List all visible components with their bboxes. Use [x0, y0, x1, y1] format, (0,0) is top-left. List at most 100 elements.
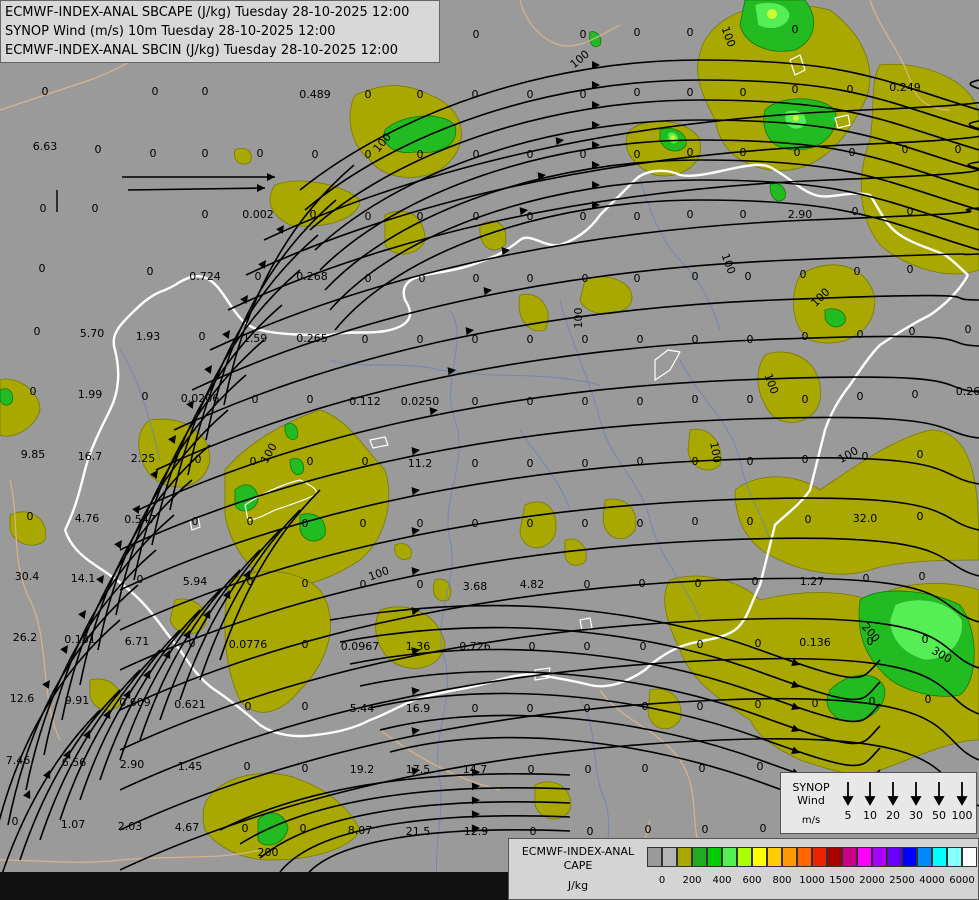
cin-label: 0.609	[119, 696, 151, 709]
cin-label: 0	[800, 268, 807, 281]
cin-label: 0	[530, 825, 537, 838]
cin-label: 0.0776	[229, 638, 268, 651]
cape-swatch	[707, 847, 722, 867]
cin-label: 0	[252, 393, 259, 406]
cin-label: 0	[472, 88, 479, 101]
cin-label: 0	[687, 26, 694, 39]
cin-label: 0	[760, 822, 767, 835]
cin-label: 0	[747, 515, 754, 528]
cin-label: 0	[34, 325, 41, 338]
cin-label: 0	[419, 272, 426, 285]
cin-label: 0.26	[956, 385, 979, 398]
cin-label: 0	[417, 88, 424, 101]
cin-label: 0	[740, 208, 747, 221]
map-header: ECMWF-INDEX-ANAL SBCAPE (J/kg) Tuesday 2…	[0, 0, 440, 63]
cape-tick-label: 200	[682, 875, 702, 886]
cin-label: 0	[692, 333, 699, 346]
cin-label: 0	[912, 388, 919, 401]
wind-speed-20: 20	[886, 809, 900, 822]
cin-label: 0	[473, 28, 480, 41]
cin-label: 0	[634, 86, 641, 99]
wind-speed-100: 100	[951, 809, 973, 822]
cin-label: 0	[907, 263, 914, 276]
cape-tick-label: 2000	[859, 875, 885, 886]
cin-label: 0	[580, 148, 587, 161]
cape-tick-label: 4000	[919, 875, 945, 886]
cin-label: 0	[687, 146, 694, 159]
cin-label: 0	[692, 455, 699, 468]
cin-label: 0	[27, 510, 34, 523]
cin-label: 0	[637, 333, 644, 346]
cin-label: 0	[245, 700, 252, 713]
cin-label: 17.5	[406, 763, 431, 776]
cin-label: 0	[634, 210, 641, 223]
cin-label: 4.67	[175, 821, 200, 834]
cin-label: 0	[307, 393, 314, 406]
cin-label: 0	[242, 822, 249, 835]
cape-swatch	[842, 847, 857, 867]
cin-label: 0	[40, 202, 47, 215]
cin-label: 0	[582, 395, 589, 408]
cin-label: 0	[907, 205, 914, 218]
cin-label: 9.91	[65, 694, 90, 707]
cin-label: 0	[917, 448, 924, 461]
cin-label: 0	[580, 28, 587, 41]
cin-label: 0	[302, 577, 309, 590]
cape-swatch	[902, 847, 917, 867]
cin-label: 19.2	[350, 763, 375, 776]
contour-label: 100	[572, 308, 585, 329]
cin-label: 0	[634, 272, 641, 285]
cin-label: 0	[417, 578, 424, 591]
cin-label: 1.36	[406, 640, 431, 653]
cin-label: 0	[147, 265, 154, 278]
cin-label: 30.4	[15, 570, 40, 583]
cin-label: 0	[747, 455, 754, 468]
cin-label: 0	[527, 88, 534, 101]
cin-label: 0	[527, 333, 534, 346]
cin-label: 0	[902, 143, 909, 156]
cin-label: 32.0	[853, 512, 878, 525]
cin-label: 0	[142, 390, 149, 403]
header-cin-title: ECMWF-INDEX-ANAL SBCIN (J/kg) Tuesday 28…	[5, 43, 399, 58]
cin-label: 2.03	[118, 820, 143, 833]
cin-label: 0	[417, 148, 424, 161]
cin-label: 0	[247, 575, 254, 588]
cin-label: 0.112	[349, 395, 381, 408]
cape-swatch	[737, 847, 752, 867]
cin-label: 14.1	[71, 572, 96, 585]
cin-label: 4.82	[520, 578, 545, 591]
cin-label: 0	[302, 700, 309, 713]
cape-swatch	[887, 847, 902, 867]
cin-label: 0	[965, 323, 972, 336]
cape-swatch	[812, 847, 827, 867]
cin-label: 0.726	[459, 640, 491, 653]
cape-swatch	[752, 847, 767, 867]
cin-label: 1.99	[78, 388, 103, 401]
cape-tick-label: 1500	[829, 875, 855, 886]
cin-label: 0	[634, 26, 641, 39]
wind-speed-5: 5	[844, 809, 852, 822]
cin-label: 0	[587, 825, 594, 838]
cin-label: 0	[199, 330, 206, 343]
cin-label: 0.136	[799, 636, 831, 649]
cin-label: 0	[802, 330, 809, 343]
cin-label: 5.44	[350, 702, 375, 715]
cin-label: 0	[202, 147, 209, 160]
cape-swatch	[782, 847, 797, 867]
cin-label: 0	[812, 697, 819, 710]
cape-swatch	[692, 847, 707, 867]
cin-label: 0	[473, 148, 480, 161]
cin-label: 12.6	[10, 692, 35, 705]
wind-speed-30: 30	[909, 809, 923, 822]
cin-label: 0	[255, 270, 262, 283]
cin-label: 5.70	[80, 327, 105, 340]
cin-label: 0	[702, 823, 709, 836]
cin-label: 0.0967	[341, 640, 380, 653]
cin-label: 0	[854, 265, 861, 278]
wind-arrow-icons	[842, 782, 968, 806]
cin-label: 0	[792, 23, 799, 36]
wind-legend: SYNOP Wind m/s 5 10 20 30 50 100	[780, 772, 977, 834]
cin-label: 0	[745, 270, 752, 283]
cin-label: 0.249	[889, 81, 921, 94]
cin-label: 0	[852, 205, 859, 218]
